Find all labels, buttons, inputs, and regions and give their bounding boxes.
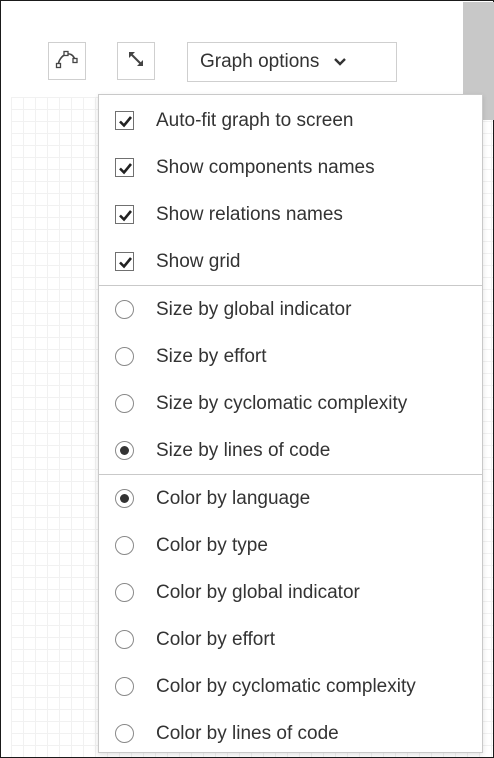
expand-diagonal-icon (126, 49, 146, 74)
checkbox[interactable] (115, 252, 134, 271)
graph-options-menu: Auto-fit graph to screen Show components … (98, 94, 483, 753)
option-label: Size by lines of code (156, 439, 331, 461)
radio-option-size-by-global-indicator[interactable]: Size by global indicator (99, 286, 482, 333)
radio-button[interactable] (115, 394, 134, 413)
option-label: Size by global indicator (156, 298, 352, 320)
option-label: Auto-fit graph to screen (156, 109, 354, 131)
layout-button[interactable] (48, 42, 86, 80)
radio-option-size-by-lines-of-code[interactable]: Size by lines of code (99, 427, 482, 474)
radio-button[interactable] (115, 489, 134, 508)
app-frame: Graph options Auto-fit graph to screen Sh… (0, 0, 494, 758)
display-options-group: Auto-fit graph to screen Show components … (99, 97, 482, 286)
option-show-components-names[interactable]: Show components names (99, 144, 482, 191)
radio-option-color-by-type[interactable]: Color by type (99, 522, 482, 569)
option-label: Size by cyclomatic complexity (156, 392, 408, 414)
option-show-grid[interactable]: Show grid (99, 238, 482, 285)
option-label: Color by global indicator (156, 581, 360, 603)
radio-option-color-by-global-indicator[interactable]: Color by global indicator (99, 569, 482, 616)
option-show-relations-names[interactable]: Show relations names (99, 191, 482, 238)
radio-button[interactable] (115, 677, 134, 696)
option-label: Show grid (156, 250, 241, 272)
color-options-group: Color by language Color by type Color by g… (99, 475, 482, 757)
radio-button[interactable] (115, 300, 134, 319)
option-label: Show components names (156, 156, 375, 178)
radio-button[interactable] (115, 536, 134, 555)
radio-option-color-by-language[interactable]: Color by language (99, 475, 482, 522)
checkbox[interactable] (115, 158, 134, 177)
radio-option-color-by-cyclomatic-complexity[interactable]: Color by cyclomatic complexity (99, 663, 482, 710)
option-label: Color by cyclomatic complexity (156, 675, 416, 697)
radio-button[interactable] (115, 583, 134, 602)
radio-option-color-by-lines-of-code[interactable]: Color by lines of code (99, 710, 482, 757)
radio-option-size-by-effort[interactable]: Size by effort (99, 333, 482, 380)
checkbox[interactable] (115, 205, 134, 224)
option-label: Show relations names (156, 203, 343, 225)
option-label: Color by type (156, 534, 268, 556)
option-label: Size by effort (156, 345, 267, 367)
radio-button[interactable] (115, 347, 134, 366)
option-label: Color by effort (156, 628, 275, 650)
chevron-down-icon (333, 57, 347, 67)
graph-options-dropdown[interactable]: Graph options (187, 42, 397, 82)
option-label: Color by language (156, 487, 311, 509)
radio-button[interactable] (115, 441, 134, 460)
radio-option-size-by-cyclomatic-complexity[interactable]: Size by cyclomatic complexity (99, 380, 482, 427)
option-auto-fit-graph-to-screen[interactable]: Auto-fit graph to screen (99, 97, 482, 144)
fullscreen-button[interactable] (117, 42, 155, 80)
size-options-group: Size by global indicator Size by effort Si… (99, 286, 482, 475)
radio-button[interactable] (115, 630, 134, 649)
radio-option-color-by-effort[interactable]: Color by effort (99, 616, 482, 663)
curve-path-icon (55, 49, 79, 74)
checkbox[interactable] (115, 111, 134, 130)
radio-button[interactable] (115, 724, 134, 743)
graph-options-label: Graph options (200, 51, 320, 72)
option-label: Color by lines of code (156, 722, 339, 744)
